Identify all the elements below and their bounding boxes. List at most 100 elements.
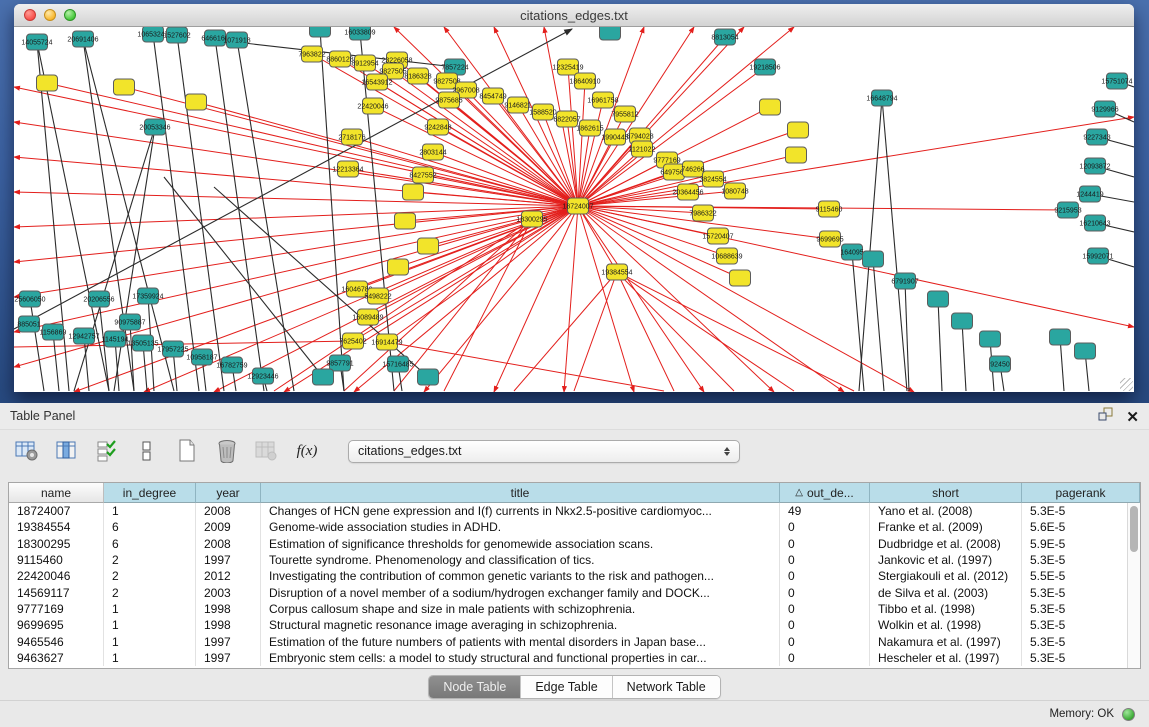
table-cell[interactable]: 2003 [196, 584, 261, 600]
function-builder-icon[interactable]: f(x) [294, 438, 320, 464]
graph-edge[interactable] [617, 272, 674, 391]
graph-node[interactable]: 1080748 [721, 183, 748, 199]
graph-node[interactable]: 1071918 [223, 32, 250, 48]
table-scrollbar-thumb[interactable] [1130, 506, 1138, 552]
table-cell[interactable]: 9463627 [9, 650, 104, 666]
graph-node[interactable]: 8912954 [351, 55, 378, 71]
graph-node[interactable]: 16648794 [866, 90, 897, 106]
table-cell[interactable]: 9777169 [9, 601, 104, 617]
table-cell[interactable]: 1 [104, 601, 196, 617]
tab-node-table[interactable]: Node Table [429, 676, 521, 698]
graph-node[interactable]: 885051 [17, 316, 40, 332]
graph-node[interactable]: 164095 [840, 244, 863, 260]
table-cell[interactable]: 5.3E-5 [1022, 552, 1140, 568]
table-cell[interactable]: Genome-wide association studies in ADHD. [261, 519, 780, 535]
graph-node[interactable]: 16210643 [1079, 215, 1110, 231]
column-header-year[interactable]: year [196, 483, 261, 503]
table-cell[interactable]: Hescheler et al. (1997) [870, 650, 1022, 666]
graph-node[interactable]: 17359924 [132, 288, 163, 304]
table-cell[interactable]: 2 [104, 568, 196, 584]
table-cell[interactable]: 18300295 [9, 536, 104, 552]
graph-node[interactable]: 6791907 [891, 273, 918, 289]
table-cell[interactable]: Yano et al. (2008) [870, 503, 1022, 519]
table-cell[interactable]: Embryonic stem cells: a model to study s… [261, 650, 780, 666]
graph-node[interactable]: 25606050 [14, 291, 45, 307]
graph-edge[interactable] [14, 206, 578, 262]
table-scrollbar[interactable] [1127, 503, 1140, 668]
table-cell[interactable]: 49 [780, 503, 870, 519]
table-cell[interactable]: Disruption of a novel member of a sodium… [261, 584, 780, 600]
graph-node[interactable]: 7955812 [611, 106, 638, 122]
graph-node[interactable] [37, 75, 58, 91]
table-cell[interactable]: 2009 [196, 519, 261, 535]
graph-node[interactable]: 15751074 [1101, 73, 1132, 89]
graph-edge[interactable] [14, 206, 578, 332]
graph-node[interactable]: 20206556 [83, 291, 114, 307]
graph-edge[interactable] [882, 98, 907, 391]
graph-node[interactable]: 8454749 [479, 88, 506, 104]
graph-node[interactable] [1075, 343, 1096, 359]
close-panel-icon[interactable]: ✕ [1126, 410, 1139, 425]
graph-edge[interactable] [578, 81, 585, 206]
graph-edge[interactable] [215, 38, 264, 391]
graph-node[interactable] [760, 99, 781, 115]
table-cell[interactable]: 1998 [196, 617, 261, 633]
column-header-in-degree[interactable]: in_degree [104, 483, 196, 503]
table-cell[interactable]: 0 [780, 536, 870, 552]
graph-node[interactable]: 2718176 [338, 129, 365, 145]
table-row[interactable]: 977716911998Corpus callosum shape and si… [9, 601, 1140, 617]
table-cell[interactable]: 1 [104, 503, 196, 519]
column-header-title[interactable]: title [261, 483, 780, 503]
table-cell[interactable]: 0 [780, 650, 870, 666]
graph-edge[interactable] [873, 259, 884, 391]
table-cell[interactable]: Tourette syndrome. Phenomenology and cla… [261, 552, 780, 568]
network-view-window[interactable]: citations_edges.txt 14055724 20691406 10… [14, 4, 1134, 392]
graph-edge[interactable] [617, 272, 734, 391]
table-cell[interactable]: 1997 [196, 633, 261, 649]
table-cell[interactable]: Dudbridge et al. (2008) [870, 536, 1022, 552]
import-table-icon[interactable] [254, 438, 280, 464]
table-cell[interactable]: 5.6E-5 [1022, 519, 1140, 535]
graph-node[interactable]: 12093872 [1079, 158, 1110, 174]
graph-node[interactable]: 1527602 [163, 27, 190, 43]
graph-node[interactable] [980, 331, 1001, 347]
table-cell[interactable]: 2 [104, 552, 196, 568]
table-cell[interactable]: Investigating the contribution of common… [261, 568, 780, 584]
table-cell[interactable]: 0 [780, 617, 870, 633]
table-cell[interactable]: Stergiakouli et al. (2012) [870, 568, 1022, 584]
graph-node[interactable]: 15716485 [382, 356, 413, 372]
graph-node[interactable] [928, 291, 949, 307]
table-cell[interactable]: 0 [780, 601, 870, 617]
graph-node[interactable]: 12213364 [332, 161, 363, 177]
graph-node[interactable]: 18640910 [569, 73, 600, 89]
graph-node[interactable] [388, 259, 409, 275]
graph-node[interactable] [403, 184, 424, 200]
graph-node[interactable]: 9699695 [816, 231, 843, 247]
table-cell[interactable]: 5.3E-5 [1022, 650, 1140, 666]
graph-node[interactable]: 1156869 [40, 324, 67, 340]
table-cell[interactable]: 1997 [196, 552, 261, 568]
table-settings-icon[interactable] [14, 438, 40, 464]
graph-node[interactable] [730, 270, 751, 286]
graph-node[interactable]: 14055724 [21, 34, 52, 50]
table-row[interactable]: 1872400712008Changes of HCN gene express… [9, 503, 1140, 519]
row-select-icon[interactable] [94, 438, 120, 464]
graph-node[interactable]: 9242848 [424, 119, 451, 135]
table-cell[interactable]: 14569117 [9, 584, 104, 600]
table-cell[interactable]: 2008 [196, 503, 261, 519]
table-cell[interactable]: 1 [104, 633, 196, 649]
table-row[interactable]: 946362711997Embryonic stem cells: a mode… [9, 650, 1140, 666]
table-cell[interactable]: 5.3E-5 [1022, 584, 1140, 600]
graph-node[interactable] [114, 79, 135, 95]
graph-node[interactable]: 7963822 [298, 46, 325, 62]
table-cell[interactable]: 6 [104, 519, 196, 535]
column-header-short[interactable]: short [870, 483, 1022, 503]
graph-canvas[interactable]: 14055724 20691406 10653247 1527602 64661… [14, 27, 1134, 392]
graph-node[interactable]: 12923446 [247, 368, 278, 384]
float-panel-icon[interactable] [1098, 407, 1114, 427]
table-row[interactable]: 1830029562008Estimation of significance … [9, 536, 1140, 552]
graph-node[interactable]: 13505135 [127, 335, 158, 351]
graph-node[interactable]: 8860128 [326, 51, 353, 67]
graph-node[interactable]: 15720407 [702, 228, 733, 244]
graph-node[interactable] [600, 27, 621, 40]
